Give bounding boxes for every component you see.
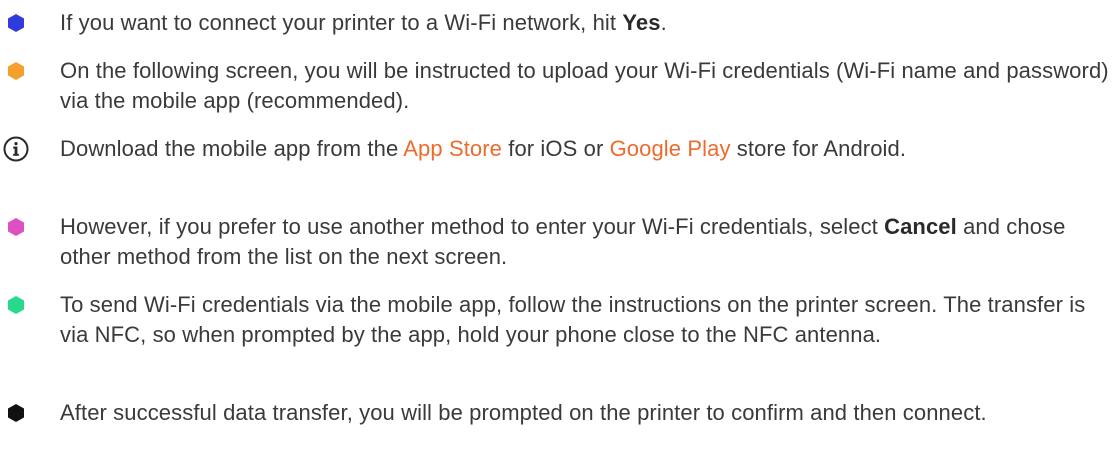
yes-emphasis: Yes [622, 10, 661, 35]
step-text: If you want to connect your printer to a… [60, 10, 667, 35]
app-store-link[interactable]: App Store [403, 136, 502, 161]
step-text: On the following screen, you will be ins… [60, 58, 1109, 113]
cancel-emphasis: Cancel [884, 214, 957, 239]
step-text: To send Wi-Fi credentials via the mobile… [60, 292, 1086, 347]
green-hexagon-bullet-icon [6, 295, 26, 315]
step-text: However, if you prefer to use another me… [60, 214, 1066, 269]
google-play-link[interactable]: Google Play [610, 136, 731, 161]
orange-hexagon-bullet-icon [6, 61, 26, 81]
pink-hexagon-bullet-icon [6, 217, 26, 237]
blue-hexagon-bullet-icon [6, 13, 26, 33]
info-icon [3, 136, 29, 162]
step-text: Download the mobile app from the App Sto… [60, 136, 907, 161]
instruction-list: If you want to connect your printer to a… [0, 0, 1120, 460]
step-text: After successful data transfer, you will… [60, 400, 987, 425]
black-hexagon-bullet-icon [6, 403, 26, 423]
